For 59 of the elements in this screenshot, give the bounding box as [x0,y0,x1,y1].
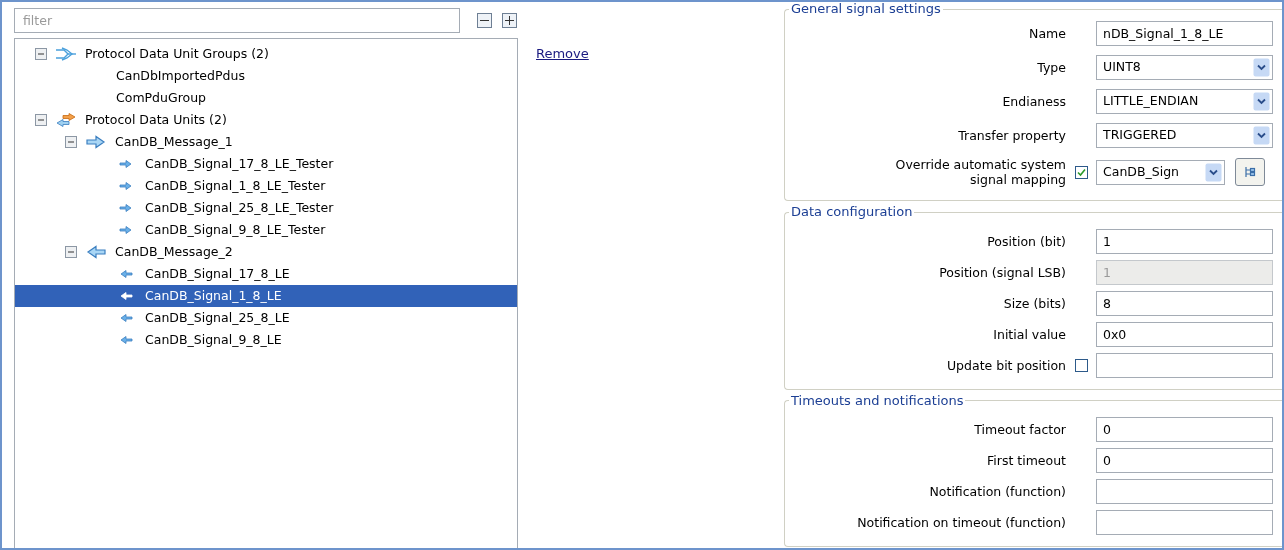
tree-item[interactable]: CanDB_Signal_9_8_LE_Tester [15,219,517,241]
dropdown[interactable]: UINT8 [1096,54,1273,80]
section-title: Timeouts and notifications [790,393,965,408]
input-field[interactable]: 0 [1096,447,1273,473]
field-label: Notification (function) [928,483,1066,499]
input-field[interactable]: nDB_Signal_1_8_LE [1096,20,1273,46]
tree-item[interactable]: CanDbImportedPdus [15,65,517,87]
collapse-icon[interactable] [65,246,77,258]
dropdown[interactable]: CanDB_Sign [1096,159,1225,185]
filter-field[interactable]: filter [14,8,460,33]
dropdown[interactable]: LITTLE_ENDIAN [1096,88,1273,114]
input-field[interactable]: 0 [1096,416,1273,442]
tree-browse-icon[interactable] [1235,158,1265,187]
input-field[interactable] [1096,478,1273,504]
arrows-icon [55,113,77,127]
field-label: Notification on timeout (function) [856,514,1066,530]
right-arrow-icon [85,135,107,149]
tree-item[interactable]: CanDB_Signal_17_8_LE [15,263,517,285]
tree-item[interactable]: CanDB_Signal_9_8_LE [15,329,517,351]
section-title: General signal settings [790,2,942,17]
tree-item[interactable]: CanDB_Message_1 [15,131,517,153]
collapse-icon[interactable] [35,114,47,126]
field-label: Size (bits) [1002,295,1066,311]
input-field[interactable] [1096,352,1273,378]
field-label: Override automatic system signal mapping [894,157,1066,188]
tree-item[interactable]: CanDB_Signal_1_8_LE [15,285,517,307]
field-label: Position (bit) [986,233,1066,249]
left-arrow-icon [85,245,107,259]
remove-link[interactable]: Remove [536,46,589,61]
input-field[interactable] [1096,509,1273,535]
collapse-icon[interactable] [35,48,47,60]
tree-item[interactable]: CanDB_Signal_1_8_LE_Tester [15,175,517,197]
checkbox[interactable] [1074,358,1088,372]
collapse-icon[interactable] [65,136,77,148]
field-label: Type [1036,59,1066,75]
field-label: Name [1028,25,1066,41]
collapse-all-icon[interactable] [476,12,493,29]
tree-item[interactable]: CanDB_Signal_25_8_LE_Tester [15,197,517,219]
tree-item[interactable]: CanDB_Message_2 [15,241,517,263]
tree-item[interactable]: CanDB_Signal_17_8_LE_Tester [15,153,517,175]
checkbox[interactable] [1074,165,1088,179]
field-label: Transfer property [957,127,1066,143]
section-title: Data configuration [790,205,914,220]
field-label: Position (signal LSB) [938,264,1066,280]
group-icon [55,47,77,61]
tree-item[interactable]: CanDB_Signal_25_8_LE [15,307,517,329]
tree-item[interactable]: Protocol Data Unit Groups (2) [15,43,517,65]
field-label: First timeout [986,452,1066,468]
expand-all-icon[interactable] [501,12,518,29]
input-field[interactable]: 0x0 [1096,321,1273,347]
field-label: Timeout factor [973,421,1066,437]
field-label: Endianess [1001,93,1066,109]
field-label: Update bit position [945,357,1066,373]
input-field[interactable]: 8 [1096,290,1273,316]
dropdown[interactable]: TRIGGERED [1096,122,1273,148]
tree-item[interactable]: ComPduGroup [15,87,517,109]
tree-item[interactable]: Protocol Data Units (2) [15,109,517,131]
field-label: Initial value [992,326,1066,342]
input-field[interactable]: 1 [1096,228,1273,254]
